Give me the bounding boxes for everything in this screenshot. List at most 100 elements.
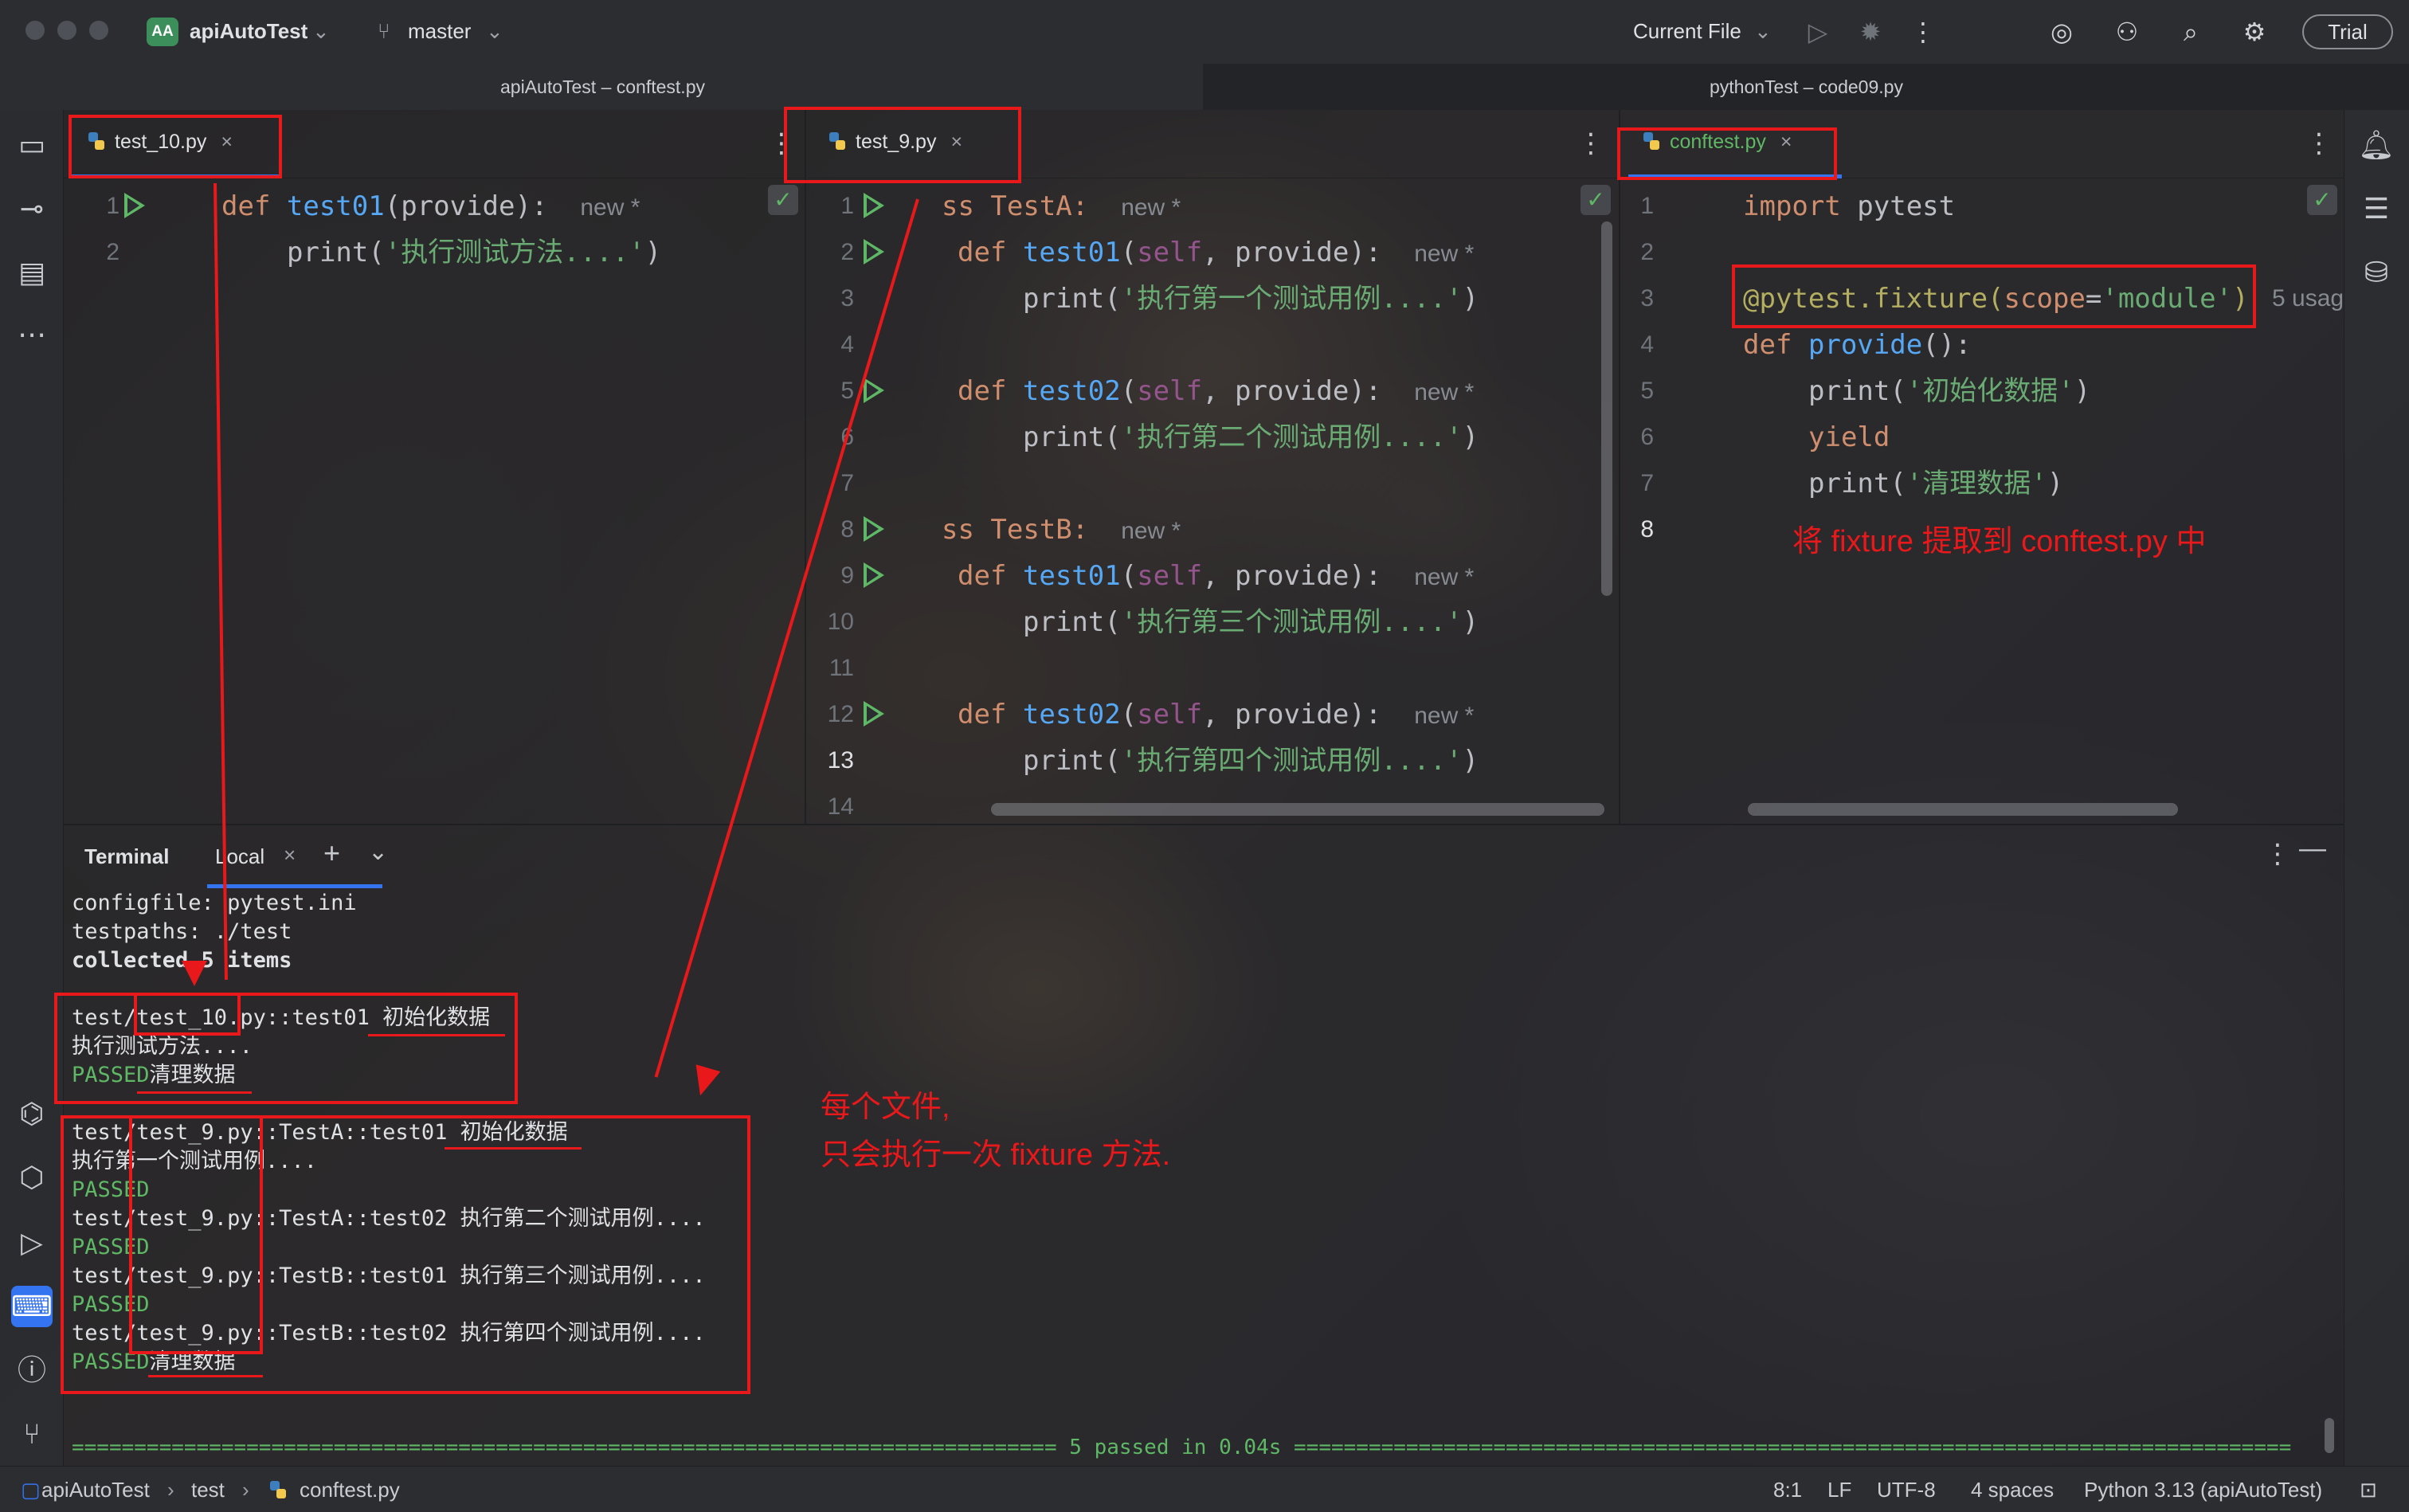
minimize-window-dot[interactable]: [57, 21, 76, 40]
line-number: 2: [840, 239, 854, 265]
inspection-ok-icon[interactable]: ✓: [768, 185, 798, 215]
ai-assistant-icon[interactable]: ◎: [2044, 14, 2079, 49]
git-icon[interactable]: ⑂: [11, 1413, 53, 1455]
close-tab-icon[interactable]: ×: [284, 843, 296, 868]
annotation-box-test10-output: [54, 993, 518, 1104]
code-line[interactable]: def test01(self, provide): new *: [958, 553, 1474, 599]
line-number: 5: [1640, 378, 1654, 404]
vertical-scrollbar[interactable]: [1601, 221, 1612, 596]
line-number-current: 8: [1640, 516, 1654, 543]
indent-setting[interactable]: 4 spaces: [1971, 1478, 2054, 1502]
terminal-title[interactable]: Terminal: [84, 844, 169, 869]
line-number: 4: [840, 331, 854, 358]
chevron-down-icon[interactable]: ⌄: [312, 19, 330, 44]
run-gutter-icon[interactable]: [864, 378, 884, 403]
code-line[interactable]: print('初始化数据'): [1808, 368, 2090, 414]
maximize-window-dot[interactable]: [89, 21, 108, 40]
left-window-title[interactable]: apiAutoTest – conftest.py: [500, 76, 705, 98]
close-window-dot[interactable]: [25, 21, 45, 40]
python-interpreter[interactable]: Python 3.13 (apiAutoTest): [2084, 1478, 2322, 1502]
editor-test10: test_10.py × ⋮ 1 2 ✓ def test01(provide):…: [64, 110, 806, 824]
chevron-down-icon[interactable]: ⌄: [486, 19, 503, 44]
project-badge[interactable]: AA: [147, 18, 178, 46]
editor-conftest: conftest.py × ⋮ ✓ 1 2 3 4 5 6 7 8 import …: [1622, 110, 2344, 824]
search-icon[interactable]: ⌕: [2173, 14, 2208, 49]
annotation-underline: [137, 1091, 252, 1094]
code-line[interactable]: print('执行第一个测试用例....'): [1023, 276, 1479, 322]
line-separator[interactable]: LF: [1827, 1478, 1851, 1502]
minimize-panel-icon[interactable]: —: [2299, 833, 2326, 864]
run-gutter-icon[interactable]: [864, 562, 884, 588]
trial-button[interactable]: Trial: [2302, 14, 2393, 49]
python-packages-icon[interactable]: ⬡: [11, 1157, 53, 1198]
code-line[interactable]: print('清理数据'): [1808, 460, 2063, 507]
horizontal-scrollbar[interactable]: [991, 803, 1604, 816]
run-icon[interactable]: ▷: [1800, 14, 1835, 49]
chevron-down-icon[interactable]: ⌄: [1754, 19, 1772, 44]
line-number: 5: [840, 378, 854, 404]
code-line[interactable]: def test02(self, provide): new *: [958, 691, 1474, 738]
database-icon[interactable]: ⛁: [2356, 252, 2397, 293]
add-user-icon[interactable]: ⚇: [2109, 14, 2145, 49]
code-line[interactable]: def test02(self, provide): new *: [958, 368, 1474, 414]
breadcrumb-project[interactable]: apiAutoTest: [41, 1478, 150, 1502]
editor-options-icon[interactable]: ⋮: [2305, 127, 2333, 159]
right-window-title[interactable]: pythonTest – code09.py: [1710, 76, 1903, 98]
code-line[interactable]: ss TestA: new *: [942, 183, 1181, 229]
file-encoding[interactable]: UTF-8: [1877, 1478, 1936, 1502]
lock-icon[interactable]: ⊡: [2360, 1478, 2377, 1502]
code-line[interactable]: print('执行第三个测试用例....'): [1023, 599, 1479, 645]
terminal-line: testpaths: ./test: [72, 919, 292, 944]
terminal-line: configfile: pytest.ini: [72, 891, 357, 915]
horizontal-scrollbar[interactable]: [1748, 803, 2178, 816]
inspection-ok-icon[interactable]: ✓: [2307, 185, 2337, 215]
settings-gear-icon[interactable]: ⚙: [2237, 14, 2272, 49]
caret-position[interactable]: 8:1: [1773, 1478, 1802, 1502]
code-line[interactable]: print('执行第二个测试用例....'): [1023, 414, 1479, 460]
run-gutter-icon[interactable]: [864, 239, 884, 264]
debug-icon[interactable]: ✹: [1853, 14, 1888, 49]
breadcrumb-file[interactable]: conftest.py: [300, 1478, 400, 1502]
terminal-scrollbar[interactable]: [2325, 1418, 2334, 1453]
annotation-box-tabconftest: [1617, 127, 1837, 180]
new-terminal-plus-icon[interactable]: +: [323, 836, 340, 870]
code-line[interactable]: def provide():: [1743, 322, 1972, 368]
code-line[interactable]: def test01(self, provide): new *: [958, 229, 1474, 276]
breadcrumb-folder[interactable]: test: [191, 1478, 225, 1502]
usages-hint[interactable]: 5 usag: [2272, 276, 2344, 322]
commit-icon[interactable]: ⊸: [11, 188, 53, 229]
run-gutter-icon[interactable]: [864, 516, 884, 542]
editor-test9: test_9.py× ⋮ ✓ 1 2 3 4 5 6 7 8 9 10 11 1…: [808, 110, 1620, 824]
run-gutter-icon[interactable]: [124, 193, 145, 218]
line-number: 11: [828, 655, 854, 681]
run-gutter-icon[interactable]: [864, 193, 884, 218]
run-config-selector[interactable]: Current File: [1633, 19, 1741, 44]
project-switcher[interactable]: apiAutoTest: [190, 19, 307, 44]
inspection-ok-icon[interactable]: ✓: [1581, 185, 1611, 215]
terminal-icon[interactable]: ⌨: [11, 1286, 53, 1327]
problems-icon[interactable]: ⓘ: [11, 1349, 53, 1391]
terminal-options-icon[interactable]: ⋮: [2264, 838, 2291, 870]
code-line[interactable]: def test01(provide): new *: [221, 183, 640, 229]
editor-options-icon[interactable]: ⋮: [1577, 127, 1604, 159]
services-run-icon[interactable]: ▷: [11, 1222, 53, 1263]
code-line[interactable]: ss TestB: new *: [942, 507, 1181, 553]
structure-icon[interactable]: ▤: [11, 252, 53, 293]
ai-chat-icon[interactable]: ☰: [2356, 188, 2397, 229]
chevron-down-icon[interactable]: ⌄: [368, 838, 388, 866]
code-line[interactable]: print('执行测试方法....'): [287, 229, 661, 276]
more-actions-icon[interactable]: ⋮: [1906, 14, 1941, 49]
folder-icon[interactable]: ▭: [11, 124, 53, 166]
line-number: 2: [106, 239, 119, 265]
annotation-underline: [445, 1147, 582, 1150]
more-tools-icon[interactable]: ⋯: [11, 314, 53, 355]
notifications-bell-icon[interactable]: 🔔︎: [2356, 124, 2397, 166]
line-number: 1: [840, 193, 854, 219]
run-gutter-icon[interactable]: [864, 701, 884, 727]
python-console-icon[interactable]: ⌬: [11, 1093, 53, 1134]
branch-switcher[interactable]: master: [408, 19, 471, 44]
code-line[interactable]: print('执行第四个测试用例....'): [1023, 738, 1479, 784]
code-line[interactable]: yield: [1808, 414, 1890, 460]
code-line[interactable]: import pytest: [1743, 183, 1955, 229]
annotation-file-note: 只会执行一次 fixture 方法.: [821, 1138, 1171, 1172]
